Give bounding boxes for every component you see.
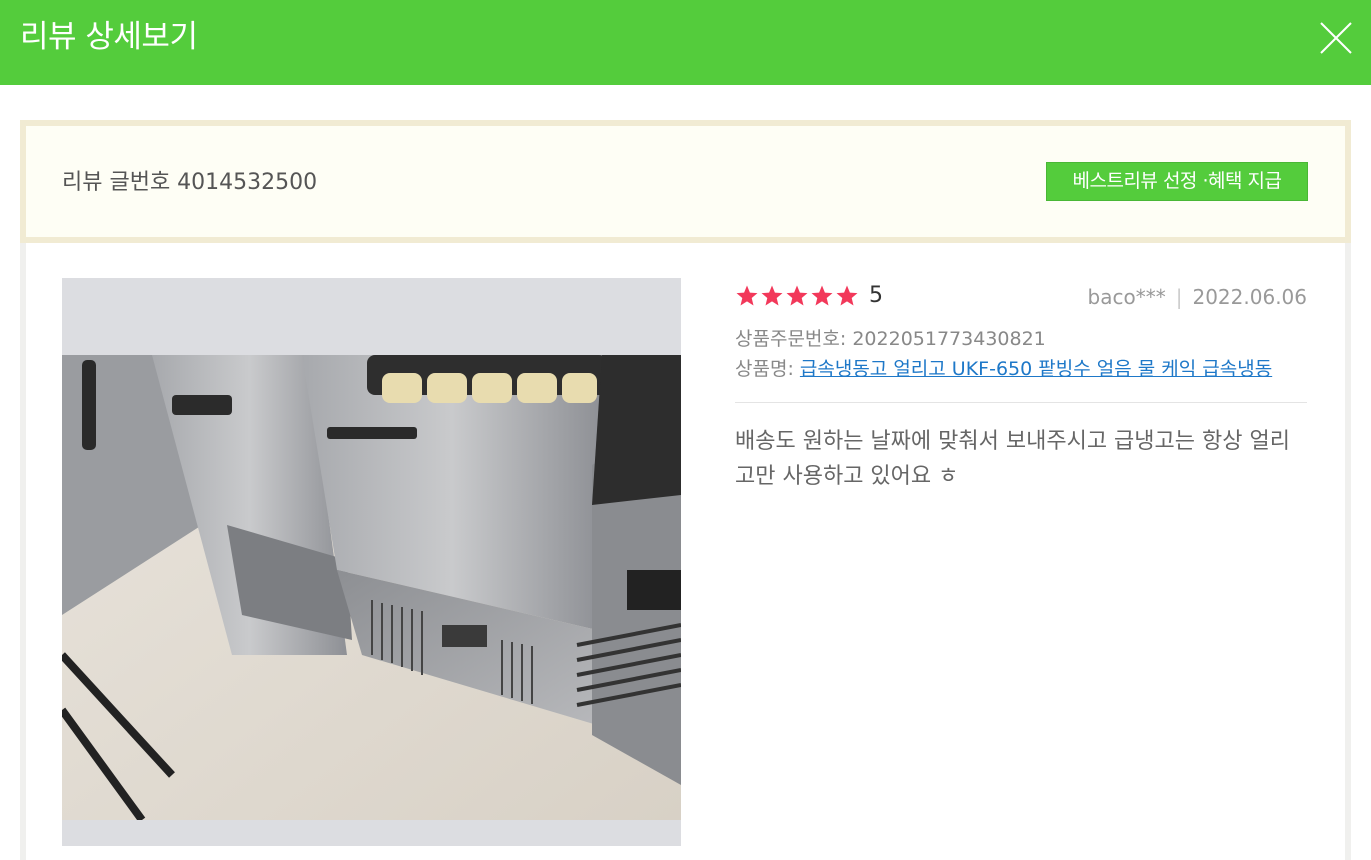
review-meta: baco*** | 2022.06.06 <box>1088 284 1307 310</box>
modal-title: 리뷰 상세보기 <box>20 19 198 55</box>
star-rating <box>735 284 859 308</box>
order-value: 2022051773430821 <box>852 328 1046 350</box>
star-icon <box>836 285 858 306</box>
star-icon <box>811 285 833 306</box>
meta-separator: | <box>1175 285 1183 309</box>
star-icon <box>761 285 783 306</box>
product-link[interactable]: 급속냉동고 얼리고 UKF-650 팥빙수 얼음 물 케익 급속냉동 <box>800 358 1272 380</box>
rating-value: 5 <box>869 283 883 308</box>
star-icon <box>786 285 808 306</box>
product-label: 상품명: <box>735 358 794 380</box>
review-photo[interactable] <box>62 278 681 846</box>
modal-header: 리뷰 상세보기 <box>0 0 1371 85</box>
reviewer-id: baco*** <box>1087 285 1166 309</box>
review-content: 배송도 원하는 날짜에 맞춰서 보내주시고 급냉고는 항상 얼리고만 사용하고 … <box>735 429 1290 489</box>
order-label: 상품주문번호: <box>735 328 847 350</box>
divider <box>735 402 1307 403</box>
order-number: 상품주문번호: 2022051773430821 <box>735 326 1046 352</box>
best-review-button[interactable]: 베스트리뷰 선정 ·혜택 지급 <box>1046 162 1308 201</box>
product-name: 상품명: 급속냉동고 얼리고 UKF-650 팥빙수 얼음 물 케익 급속냉동 <box>735 356 1307 382</box>
review-number: 리뷰 글번호 4014532500 <box>62 170 318 195</box>
close-icon[interactable] <box>1318 20 1354 56</box>
product-photo <box>62 355 681 820</box>
review-date: 2022.06.06 <box>1192 285 1307 309</box>
review-info-bar: 리뷰 글번호 4014532500 베스트리뷰 선정 ·혜택 지급 <box>20 120 1351 243</box>
star-icon <box>736 285 758 306</box>
